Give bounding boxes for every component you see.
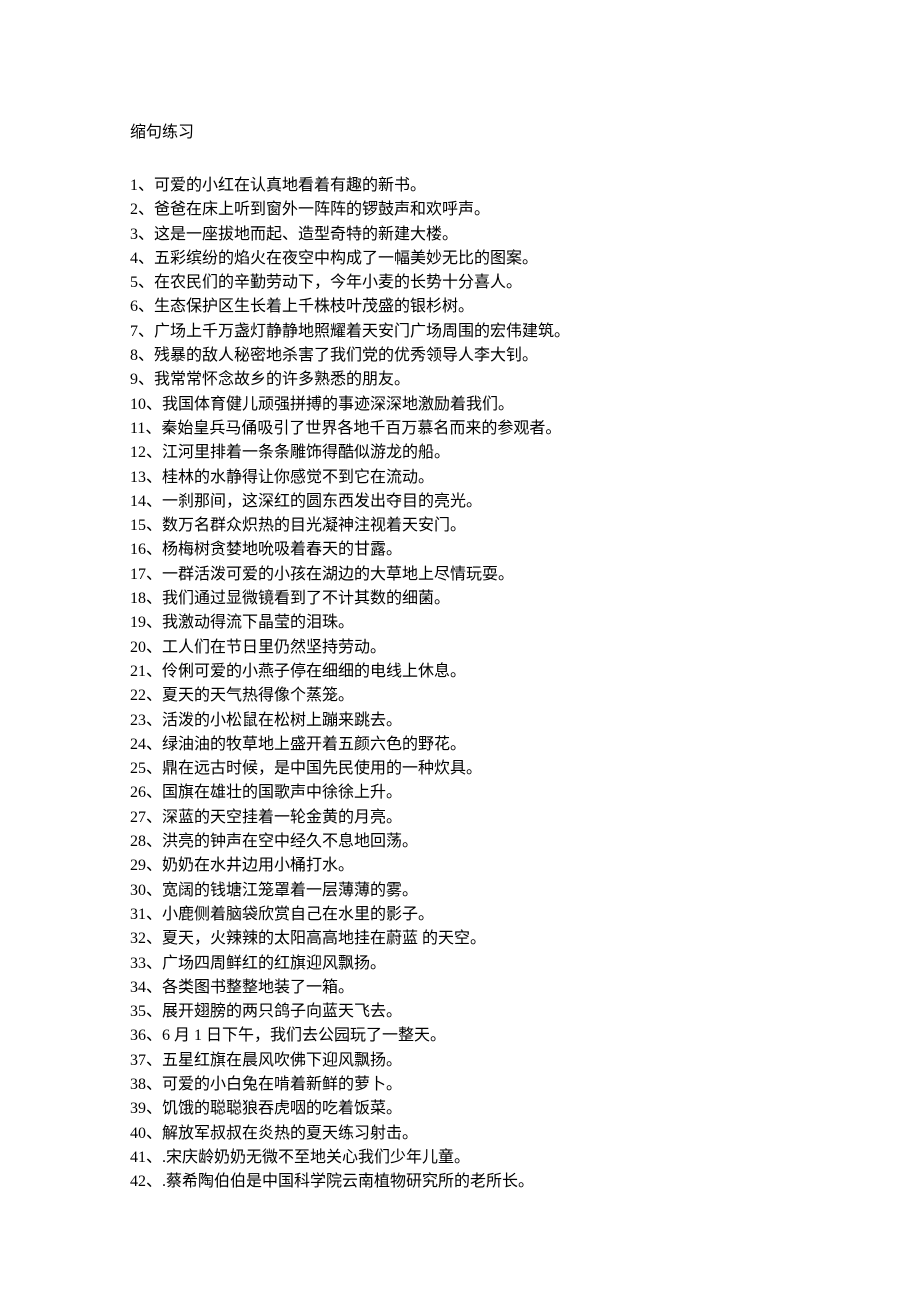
exercise-item: 14、一刹那间，这深红的圆东西发出夺目的亮光。 <box>130 490 790 514</box>
exercise-item: 23、活泼的小松鼠在松树上蹦来跳去。 <box>130 709 790 733</box>
exercise-item: 1、可爱的小红在认真地看着有趣的新书。 <box>130 174 790 198</box>
exercise-item: 6、生态保护区生长着上千株枝叶茂盛的银杉树。 <box>130 295 790 319</box>
exercise-item: 8、残暴的敌人秘密地杀害了我们党的优秀领导人李大钊。 <box>130 344 790 368</box>
exercise-item: 29、奶奶在水井边用小桶打水。 <box>130 854 790 878</box>
document-title: 缩句练习 <box>130 118 790 142</box>
exercise-item: 18、我们通过显微镜看到了不计其数的细菌。 <box>130 587 790 611</box>
exercise-item: 10、我国体育健儿顽强拼搏的事迹深深地激励着我们。 <box>130 393 790 417</box>
exercise-item: 13、桂林的水静得让你感觉不到它在流动。 <box>130 466 790 490</box>
exercise-item: 22、夏天的天气热得像个蒸笼。 <box>130 684 790 708</box>
exercise-item: 34、各类图书整整地装了一箱。 <box>130 976 790 1000</box>
exercise-item: 17、一群活泼可爱的小孩在湖边的大草地上尽情玩耍。 <box>130 563 790 587</box>
exercise-item: 31、小鹿侧着脑袋欣赏自己在水里的影子。 <box>130 903 790 927</box>
exercise-item: 30、宽阔的钱塘江笼罩着一层薄薄的雾。 <box>130 879 790 903</box>
exercise-item: 15、数万名群众炽热的目光凝神注视着天安门。 <box>130 514 790 538</box>
exercise-item: 39、饥饿的聪聪狼吞虎咽的吃着饭菜。 <box>130 1097 790 1121</box>
exercise-item: 24、绿油油的牧草地上盛开着五颜六色的野花。 <box>130 733 790 757</box>
exercise-item: 41、.宋庆龄奶奶无微不至地关心我们少年儿童。 <box>130 1146 790 1170</box>
exercise-item: 12、江河里排着一条条雕饰得酷似游龙的船。 <box>130 441 790 465</box>
exercise-item: 5、在农民们的辛勤劳动下，今年小麦的长势十分喜人。 <box>130 271 790 295</box>
exercise-item: 25、鼎在远古时候，是中国先民使用的一种炊具。 <box>130 757 790 781</box>
exercise-item: 2、爸爸在床上听到窗外一阵阵的锣鼓声和欢呼声。 <box>130 198 790 222</box>
exercise-item: 28、洪亮的钟声在空中经久不息地回荡。 <box>130 830 790 854</box>
exercise-item: 40、解放军叔叔在炎热的夏天练习射击。 <box>130 1122 790 1146</box>
exercise-item: 19、我激动得流下晶莹的泪珠。 <box>130 611 790 635</box>
exercise-item: 37、五星红旗在晨风吹佛下迎风飘扬。 <box>130 1049 790 1073</box>
exercise-item: 21、伶俐可爱的小燕子停在细细的电线上休息。 <box>130 660 790 684</box>
exercise-item: 38、可爱的小白兔在啃着新鲜的萝卜。 <box>130 1073 790 1097</box>
exercise-item: 11、秦始皇兵马俑吸引了世界各地千百万慕名而来的参观者。 <box>130 417 790 441</box>
exercise-item: 4、五彩缤纷的焰火在夜空中构成了一幅美妙无比的图案。 <box>130 247 790 271</box>
exercise-item: 33、广场四周鲜红的红旗迎风飘扬。 <box>130 952 790 976</box>
exercise-list: 1、可爱的小红在认真地看着有趣的新书。2、爸爸在床上听到窗外一阵阵的锣鼓声和欢呼… <box>130 174 790 1194</box>
exercise-item: 35、展开翅膀的两只鸽子向蓝天飞去。 <box>130 1000 790 1024</box>
exercise-item: 27、深蓝的天空挂着一轮金黄的月亮。 <box>130 806 790 830</box>
exercise-item: 36、6 月 1 日下午，我们去公园玩了一整天。 <box>130 1024 790 1048</box>
exercise-item: 16、杨梅树贪婪地吮吸着春天的甘露。 <box>130 538 790 562</box>
exercise-item: 3、这是一座拔地而起、造型奇特的新建大楼。 <box>130 223 790 247</box>
exercise-item: 32、夏天，火辣辣的太阳高高地挂在蔚蓝 的天空。 <box>130 927 790 951</box>
exercise-item: 26、国旗在雄壮的国歌声中徐徐上升。 <box>130 781 790 805</box>
exercise-item: 20、工人们在节日里仍然坚持劳动。 <box>130 636 790 660</box>
exercise-item: 42、.蔡希陶伯伯是中国科学院云南植物研究所的老所长。 <box>130 1170 790 1194</box>
exercise-item: 9、我常常怀念故乡的许多熟悉的朋友。 <box>130 368 790 392</box>
exercise-item: 7、广场上千万盏灯静静地照耀着天安门广场周围的宏伟建筑。 <box>130 320 790 344</box>
